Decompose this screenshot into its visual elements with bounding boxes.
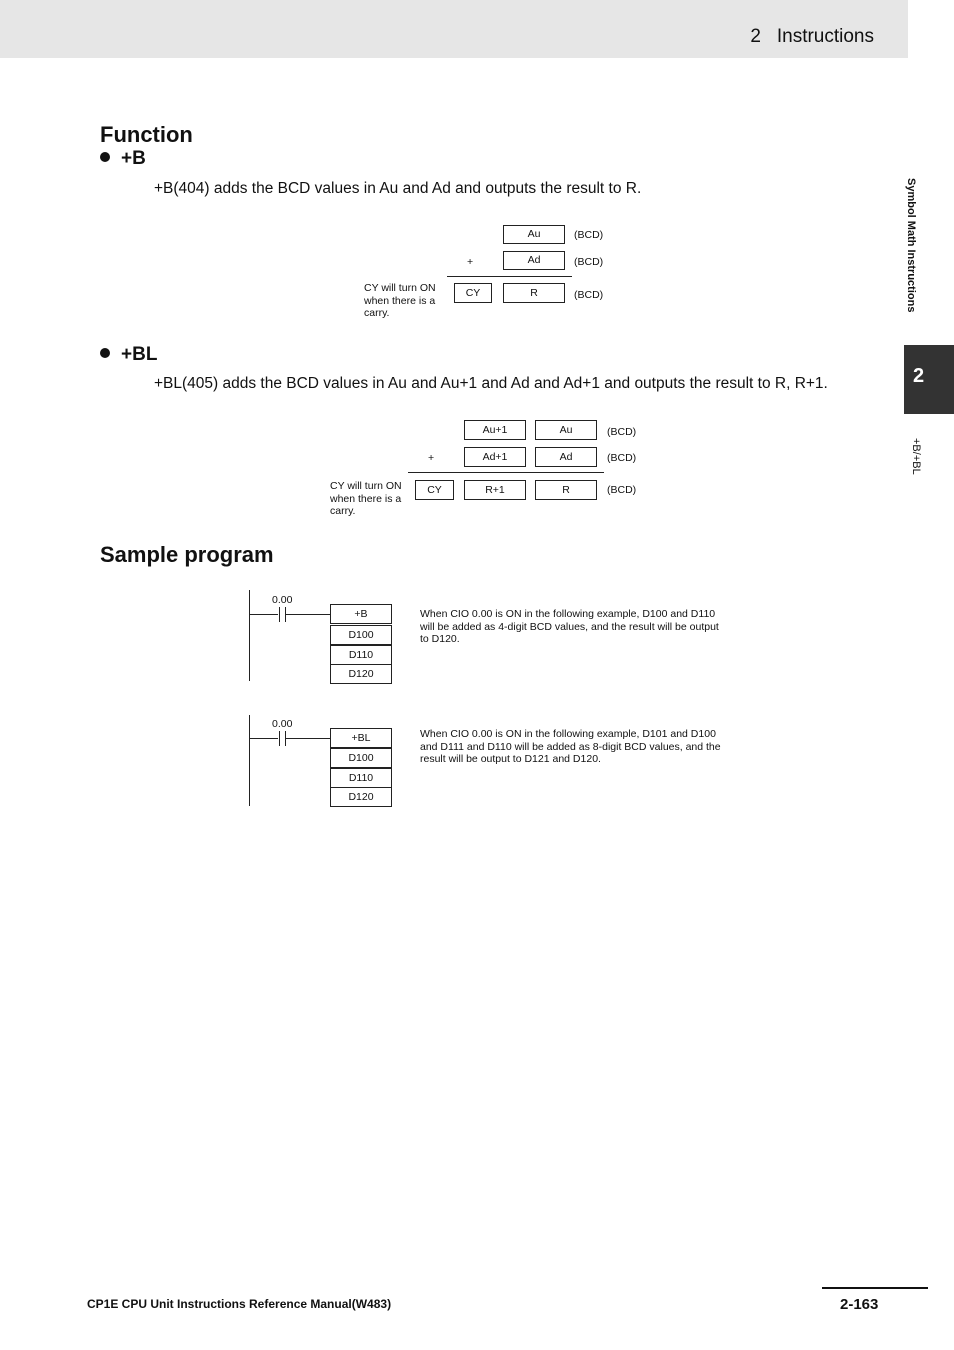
operand-box: D100 [330, 748, 392, 768]
side-section-text: Symbol Math Instructions [905, 178, 917, 313]
side-section-label: Symbol Math Instructions [905, 178, 935, 338]
sample-program-heading: Sample program [100, 542, 274, 567]
result-high-box: R+1 [464, 480, 526, 500]
bcd-label: (BCD) [574, 289, 604, 301]
footer-rule [822, 1287, 928, 1289]
page-number: 2-163 [840, 1296, 879, 1313]
chapter-header: 2 Instructions [750, 26, 874, 48]
contact-address: 0.00 [272, 594, 293, 606]
result-box: R [503, 283, 565, 303]
instruction-box: +BL [330, 728, 392, 748]
bcd-label: (BCD) [574, 229, 604, 241]
plus-b-title: +B [121, 148, 146, 169]
operand-au1-box: Au+1 [464, 420, 526, 440]
rung-wire [249, 614, 278, 615]
carry-note: CY will turn ON when there is a carry. [364, 282, 436, 319]
rung-wire [249, 738, 278, 739]
bcd-label: (BCD) [574, 256, 604, 268]
bcd-label: (BCD) [607, 484, 637, 496]
side-sub-label: +B/+BL [910, 438, 922, 480]
operand-ad1-box: Ad+1 [464, 447, 526, 467]
carry-box: CY [415, 480, 454, 500]
example-description: When CIO 0.00 is ON in the following exa… [420, 728, 721, 765]
operand-box: D120 [330, 787, 392, 807]
operand-au-box: Au [535, 420, 597, 440]
plus-bl-heading: +BL [100, 344, 157, 366]
bcd-label: (BCD) [607, 426, 637, 438]
plus-operator: + [467, 256, 474, 268]
carry-box: CY [454, 283, 492, 303]
operand-box: D100 [330, 625, 392, 645]
instruction-box: +B [330, 604, 392, 624]
contact-icon [279, 607, 280, 622]
sum-rule [447, 276, 572, 277]
plus-bl-title: +BL [121, 344, 158, 365]
operand-box: D110 [330, 768, 392, 788]
plus-operator: + [428, 452, 435, 464]
power-rail [249, 715, 250, 806]
sum-rule [408, 472, 604, 473]
contact-icon [279, 731, 280, 746]
operand-ad-box: Ad [535, 447, 597, 467]
operand-box: D120 [330, 664, 392, 684]
chapter-tab[interactable]: 2 [904, 345, 954, 414]
plus-bl-description: +BL(405) adds the BCD values in Au and A… [154, 375, 828, 392]
plus-b-heading: +B [100, 148, 146, 170]
bullet-icon [100, 347, 110, 358]
chapter-title: Instructions [776, 26, 874, 47]
operand-ad-box: Ad [503, 251, 565, 270]
plus-b-description: +B(404) adds the BCD values in Au and Ad… [154, 180, 642, 197]
operand-box: D110 [330, 645, 392, 665]
result-low-box: R [535, 480, 597, 500]
operand-au-box: Au [503, 225, 565, 244]
bullet-icon [100, 151, 110, 162]
rung-wire [285, 738, 331, 739]
rung-wire [285, 614, 331, 615]
carry-note: CY will turn ON when there is a carry. [330, 480, 402, 517]
chapter-tab-number: 2 [913, 365, 925, 387]
example-description: When CIO 0.00 is ON in the following exa… [420, 608, 719, 645]
footer-manual-title: CP1E CPU Unit Instructions Reference Man… [87, 1297, 392, 1311]
side-sub-text: +B/+BL [910, 438, 922, 475]
bcd-label: (BCD) [607, 452, 637, 464]
chapter-number: 2 [750, 26, 761, 47]
function-heading: Function [100, 122, 193, 147]
contact-address: 0.00 [272, 718, 293, 730]
power-rail [249, 590, 250, 681]
